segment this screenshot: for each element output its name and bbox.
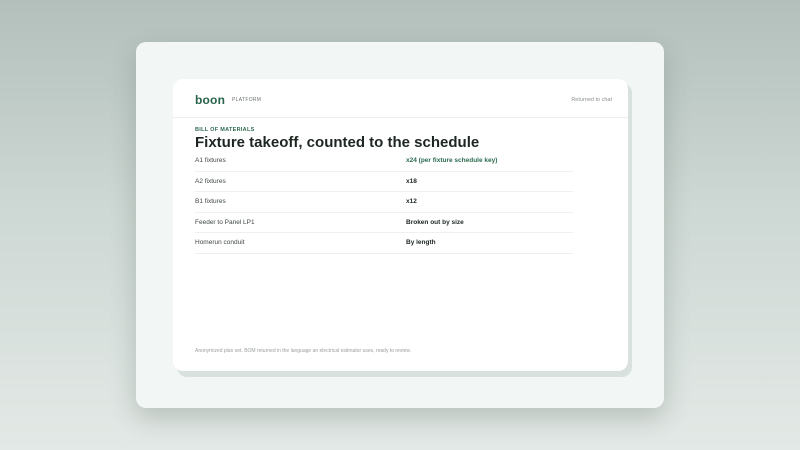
status-text: Returned to chat	[571, 97, 612, 103]
row-value: Broken out by size	[406, 218, 464, 226]
row-label: A1 fixtures	[195, 157, 226, 164]
table-row: Feeder to Panel LP1 Broken out by size	[195, 213, 573, 233]
row-label: Feeder to Panel LP1	[195, 218, 255, 226]
table-row: B1 fixtures x12	[195, 192, 573, 213]
brand-logo: boon	[195, 93, 226, 107]
row-value: x24 (per fixture schedule key)	[406, 157, 498, 164]
row-value: x12	[406, 198, 417, 205]
row-label: A2 fixtures	[195, 177, 226, 185]
card-header: boon PLATFORM Returned to chat	[173, 79, 628, 118]
section-label: PLATFORM	[232, 97, 262, 103]
footnote: Anonymized plan set. BOM returned in the…	[195, 348, 411, 354]
bom-card: boon PLATFORM Returned to chat BILL OF M…	[173, 79, 628, 371]
bom-table: A1 fixtures x24 (per fixture schedule ke…	[195, 151, 573, 254]
row-label: B1 fixtures	[195, 198, 226, 205]
table-row: A1 fixtures x24 (per fixture schedule ke…	[195, 151, 573, 172]
table-row: Homerun conduit By length	[195, 233, 573, 254]
page-title: Fixture takeoff, counted to the schedule	[195, 134, 480, 151]
table-row: A2 fixtures x18	[195, 172, 573, 192]
row-value: By length	[406, 239, 436, 246]
row-label: Homerun conduit	[195, 239, 245, 246]
row-value: x18	[406, 177, 417, 185]
section-eyebrow: BILL OF MATERIALS	[195, 127, 255, 133]
